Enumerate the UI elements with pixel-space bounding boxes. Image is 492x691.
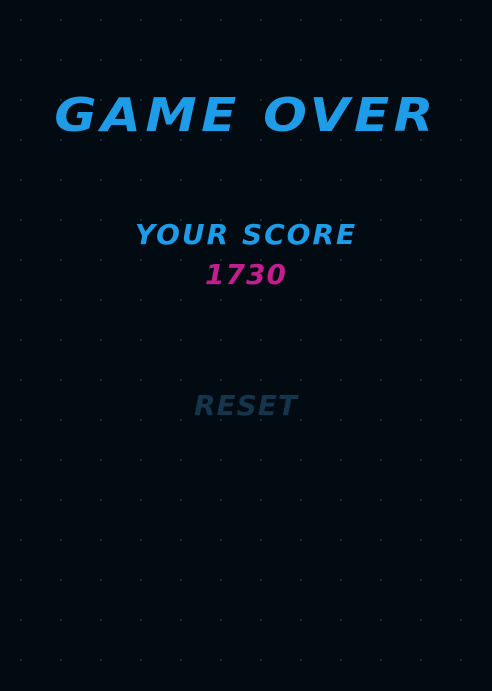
game-over-title: GAME OVER	[54, 88, 438, 142]
reset-button[interactable]: RESET	[186, 386, 306, 424]
score-value: 1730	[205, 258, 287, 291]
score-label: YOUR SCORE	[134, 218, 358, 251]
game-over-screen: GAME OVER YOUR SCORE 1730 RESET	[0, 0, 492, 691]
